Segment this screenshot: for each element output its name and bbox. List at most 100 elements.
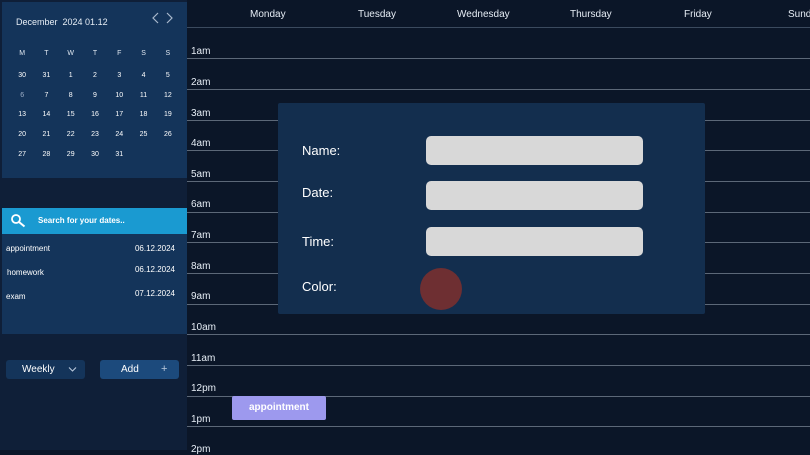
hour-label: 2am bbox=[191, 77, 211, 88]
calendar-day[interactable]: 30 bbox=[83, 145, 107, 165]
day-header-monday: Monday bbox=[250, 9, 286, 20]
calendar-day[interactable]: 4 bbox=[131, 66, 155, 86]
chevron-right-icon[interactable] bbox=[163, 11, 175, 25]
time-field[interactable] bbox=[426, 227, 643, 256]
sidebar: December 2024 01.12 M T W T F S S 30 31 … bbox=[0, 0, 187, 450]
hour-label: 7am bbox=[191, 230, 211, 241]
view-select-value: Weekly bbox=[22, 364, 55, 375]
hour-line bbox=[187, 58, 810, 59]
date-label: Date: bbox=[302, 185, 334, 200]
day-header-tuesday: Tuesday bbox=[358, 9, 396, 20]
search-bar[interactable]: Search for your dates.. bbox=[2, 208, 187, 234]
name-label: Name: bbox=[302, 143, 341, 158]
weekday-header: W bbox=[67, 50, 74, 57]
hour-label: 12pm bbox=[191, 383, 217, 394]
hour-label: 1am bbox=[191, 46, 211, 57]
calendar-day[interactable]: 16 bbox=[83, 105, 107, 125]
hour-line bbox=[187, 89, 810, 90]
calendar-day[interactable]: 23 bbox=[83, 125, 107, 145]
chevron-left-icon[interactable] bbox=[150, 11, 162, 25]
hour-label: 11am bbox=[191, 353, 216, 364]
color-label: Color: bbox=[302, 279, 337, 294]
mini-calendar-grid: M T W T F S S 30 31 1 2 3 4 5 6 7 8 9 10… bbox=[10, 46, 180, 164]
day-header-wednesday: Wednesday bbox=[457, 9, 510, 20]
weekday-header: M bbox=[19, 50, 26, 57]
weekday-header: S bbox=[165, 50, 171, 57]
calendar-week-row: 13 14 15 16 17 18 19 bbox=[10, 105, 180, 125]
calendar-day[interactable]: 26 bbox=[156, 125, 180, 145]
add-button[interactable]: Add + bbox=[100, 360, 179, 379]
result-name: homework bbox=[7, 268, 44, 277]
calendar-day[interactable]: 27 bbox=[10, 145, 34, 165]
hour-line bbox=[187, 334, 810, 335]
result-date: 06.12.2024 bbox=[134, 265, 175, 274]
calendar-day bbox=[156, 145, 180, 165]
calendar-day[interactable]: 31 bbox=[34, 66, 58, 86]
weekday-header: T bbox=[44, 50, 49, 57]
calendar-day[interactable]: 6 bbox=[10, 86, 34, 106]
mini-calendar-date: 2024 01.12 bbox=[62, 17, 108, 27]
calendar-week-row: 20 21 22 23 24 25 26 bbox=[10, 125, 180, 145]
name-field[interactable] bbox=[426, 136, 643, 165]
calendar-day[interactable]: 31 bbox=[107, 145, 131, 165]
calendar-day[interactable]: 2 bbox=[83, 66, 107, 86]
mini-calendar-month: December bbox=[16, 17, 58, 27]
calendar-day[interactable]: 12 bbox=[156, 86, 180, 106]
hour-label: 5am bbox=[191, 169, 211, 180]
result-date: 07.12.2024 bbox=[134, 289, 175, 298]
hour-line bbox=[187, 365, 810, 366]
result-name: appointment bbox=[6, 244, 51, 253]
hour-label: 3am bbox=[191, 108, 211, 119]
date-field[interactable] bbox=[426, 181, 643, 210]
hour-label: 6am bbox=[191, 199, 211, 210]
calendar-day[interactable]: 9 bbox=[83, 86, 107, 106]
calendar-day[interactable]: 15 bbox=[59, 105, 83, 125]
hour-label: 1pm bbox=[191, 414, 211, 425]
search-input[interactable]: Search for your dates.. bbox=[38, 216, 125, 225]
calendar-day[interactable]: 5 bbox=[156, 66, 180, 86]
calendar-day bbox=[131, 145, 155, 165]
calendar-day[interactable]: 8 bbox=[59, 86, 83, 106]
result-item[interactable]: homework 06.12.2024 bbox=[2, 262, 187, 284]
calendar-day[interactable]: 17 bbox=[107, 105, 131, 125]
event-chip[interactable]: appointment bbox=[232, 396, 326, 420]
day-header-thursday: Thursday bbox=[570, 9, 612, 20]
result-item[interactable]: appointment 06.12.2024 bbox=[2, 238, 187, 260]
calendar-day[interactable]: 24 bbox=[107, 125, 131, 145]
color-picker[interactable] bbox=[420, 268, 462, 310]
mini-calendar: December 2024 01.12 M T W T F S S 30 31 … bbox=[2, 2, 187, 178]
hour-label: 9am bbox=[191, 291, 211, 302]
calendar-day[interactable]: 28 bbox=[34, 145, 58, 165]
mini-calendar-title: December 2024 01.12 bbox=[16, 17, 108, 27]
calendar-day[interactable]: 25 bbox=[131, 125, 155, 145]
chevron-down-icon bbox=[68, 367, 77, 372]
view-select[interactable]: Weekly bbox=[6, 360, 85, 379]
calendar-day[interactable]: 30 bbox=[10, 66, 34, 86]
day-header-friday: Friday bbox=[684, 9, 712, 20]
event-chip-label: appointment bbox=[249, 402, 309, 413]
calendar-day[interactable]: 14 bbox=[34, 105, 58, 125]
result-item[interactable]: exam 07.12.2024 bbox=[2, 286, 187, 308]
hour-label: 4am bbox=[191, 138, 211, 149]
calendar-day[interactable]: 20 bbox=[10, 125, 34, 145]
weekday-header: T bbox=[92, 50, 98, 57]
calendar-week-row: 30 31 1 2 3 4 5 bbox=[10, 66, 180, 86]
time-label: Time: bbox=[302, 234, 335, 249]
calendar-day[interactable]: 10 bbox=[107, 86, 131, 106]
calendar-day[interactable]: 13 bbox=[10, 105, 34, 125]
weekday-header-row: M T W T F S S bbox=[10, 46, 180, 66]
calendar-day[interactable]: 3 bbox=[107, 66, 131, 86]
calendar-day[interactable]: 18 bbox=[131, 105, 155, 125]
calendar-day[interactable]: 21 bbox=[34, 125, 58, 145]
search-icon bbox=[11, 214, 26, 228]
day-header-sunday: Sunday bbox=[788, 9, 810, 20]
calendar-day[interactable]: 19 bbox=[156, 105, 180, 125]
calendar-day[interactable]: 11 bbox=[131, 86, 155, 106]
plus-icon: + bbox=[161, 363, 168, 375]
calendar-day[interactable]: 7 bbox=[34, 86, 58, 106]
hour-label: 10am bbox=[191, 322, 217, 333]
calendar-day[interactable]: 29 bbox=[59, 145, 83, 165]
calendar-day[interactable]: 1 bbox=[59, 66, 83, 86]
calendar-day[interactable]: 22 bbox=[59, 125, 83, 145]
calendar-week-row: 27 28 29 30 31 bbox=[10, 145, 180, 165]
